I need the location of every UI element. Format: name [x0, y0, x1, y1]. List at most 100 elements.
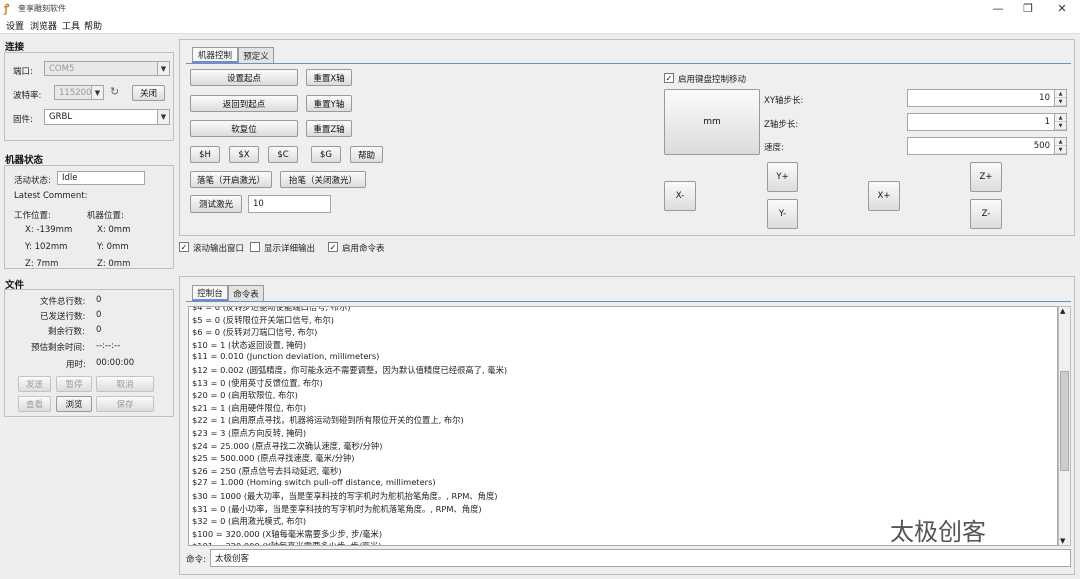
elapsed-time-label: 用时:: [66, 360, 86, 370]
pen-down-button[interactable]: 落笔（开启激光）: [190, 171, 272, 188]
view-button[interactable]: 查看: [18, 396, 51, 412]
console-line: $4 = 0 (反转步进驱动使能端口信号, 布尔): [192, 306, 351, 312]
menu-tools[interactable]: 工具: [62, 19, 80, 32]
port-select: COM5 ▼: [44, 61, 170, 76]
sent-lines-value: 0: [96, 310, 102, 320]
machine-x: X: 0mm: [97, 225, 131, 235]
cmd-c-button[interactable]: $C: [268, 146, 298, 163]
console-line: $20 = 0 (启用软限位, 布尔): [192, 390, 298, 401]
menu-bar: 设置 浏览器 工具 帮助: [0, 18, 1080, 34]
tab-console[interactable]: 控制台: [192, 285, 228, 301]
watermark-text: 太极创客: [890, 518, 986, 546]
firmware-label: 固件:: [13, 115, 33, 125]
console-tab-divider: [186, 301, 1071, 302]
baud-value: 115200: [59, 87, 92, 98]
jog-x-plus-button[interactable]: X+: [868, 181, 900, 211]
console-line: $23 = 3 (原点方向反转, 掩码): [192, 428, 307, 438]
cmd-g-button[interactable]: $G: [311, 146, 341, 163]
cmd-x-button[interactable]: $X: [229, 146, 259, 163]
port-label: 端口:: [13, 67, 33, 77]
window-title: 奎享雕刻软件: [18, 4, 66, 13]
speed-input[interactable]: 500 ▲ ▼: [907, 137, 1067, 155]
pause-button[interactable]: 暂停: [56, 376, 92, 392]
verbose-checkbox[interactable]: [250, 242, 260, 252]
jog-y-plus-button[interactable]: Y+: [767, 162, 798, 192]
jog-z-plus-button[interactable]: Z+: [970, 162, 1002, 192]
refresh-icon[interactable]: ↻: [110, 85, 119, 98]
chevron-down-icon: ▼: [157, 62, 169, 75]
z-step-label: Z轴步长:: [764, 120, 799, 130]
menu-browser[interactable]: 浏览器: [30, 19, 57, 32]
spinner-icon[interactable]: ▲ ▼: [1054, 90, 1066, 106]
work-position-label: 工作位置:: [14, 211, 51, 221]
baud-select: 115200 ▼: [54, 85, 104, 100]
tab-machine-control[interactable]: 机器控制: [192, 47, 238, 63]
help-button[interactable]: 帮助: [350, 146, 383, 163]
scroll-output-label: 滚动输出窗口: [193, 244, 245, 254]
test-laser-input[interactable]: 10: [248, 195, 331, 213]
chevron-down-icon: ▼: [157, 110, 169, 124]
pen-up-button[interactable]: 抬笔（关闭激光）: [280, 171, 366, 188]
console-line: $5 = 0 (反转限位开关端口信号, 布尔): [192, 314, 335, 325]
browse-button[interactable]: 浏览: [56, 396, 92, 412]
set-origin-button[interactable]: 设置起点: [190, 69, 298, 86]
machine-z: Z: 0mm: [97, 259, 131, 269]
console-output[interactable]: $4 = 0 (反转步进驱动使能端口信号, 布尔) $5 = 0 (反转限位开关端…: [188, 306, 1058, 546]
spinner-icon[interactable]: ▲ ▼: [1054, 138, 1066, 154]
chevron-down-icon: ▼: [91, 86, 103, 99]
connection-section-title: 连接: [5, 42, 25, 53]
jog-x-minus-button[interactable]: X-: [664, 181, 696, 211]
jog-y-minus-button[interactable]: Y-: [767, 199, 798, 229]
jog-z-minus-button[interactable]: Z-: [970, 199, 1002, 229]
console-line: $25 = 500.000 (原点寻找速度, 毫米/分钟): [192, 453, 355, 464]
xy-step-input[interactable]: 10 ▲ ▼: [907, 89, 1067, 107]
reset-x-button[interactable]: 重置X轴: [306, 69, 352, 86]
spinner-icon[interactable]: ▲ ▼: [1054, 114, 1066, 130]
save-button[interactable]: 保存: [96, 396, 154, 412]
z-step-input[interactable]: 1 ▲ ▼: [907, 113, 1067, 131]
tab-presets[interactable]: 预定义: [238, 47, 274, 63]
cmd-h-button[interactable]: $H: [190, 146, 220, 163]
reset-z-button[interactable]: 重置Z轴: [306, 120, 352, 137]
test-laser-button[interactable]: 测试激光: [190, 195, 242, 213]
scroll-thumb[interactable]: [1060, 371, 1069, 471]
work-y: Y: 102mm: [25, 242, 68, 252]
reset-y-button[interactable]: 重置Y轴: [306, 95, 352, 112]
soft-reset-button[interactable]: 软复位: [190, 120, 298, 137]
cancel-button[interactable]: 取消: [96, 376, 154, 392]
console-line: $21 = 1 (启用硬件限位, 布尔): [192, 402, 307, 413]
xy-step-value: 10: [1039, 93, 1050, 103]
console-line: $26 = 250 (原点信号去抖动延迟, 毫秒): [192, 465, 342, 476]
sent-lines-label: 已发送行数:: [40, 312, 86, 322]
menu-settings[interactable]: 设置: [6, 19, 24, 32]
app-logo-icon: ꝭ: [4, 2, 10, 15]
active-state-label: 活动状态:: [14, 176, 51, 186]
tab-command-table[interactable]: 命令表: [228, 285, 264, 301]
console-line: $10 = 1 (状态返回设置, 掩码): [192, 339, 307, 350]
close-window-button[interactable]: ✕: [1044, 0, 1080, 18]
menu-help[interactable]: 帮助: [84, 19, 102, 32]
machine-state-title: 机器状态: [5, 155, 44, 166]
unit-mm-button[interactable]: mm: [664, 89, 760, 155]
maximize-button[interactable]: ❐: [1010, 0, 1046, 18]
keyboard-jog-checkbox[interactable]: ✓: [664, 73, 674, 83]
console-line: $100 = 320.000 (X轴每毫米需要多少步, 步/毫米): [192, 528, 383, 539]
return-origin-button[interactable]: 返回到起点: [190, 95, 298, 112]
command-input[interactable]: 太极创客: [210, 549, 1071, 567]
scroll-output-checkbox[interactable]: ✓: [179, 242, 189, 252]
speed-label: 速度:: [764, 143, 784, 153]
work-x: X: -139mm: [25, 225, 73, 235]
active-state-value: Idle: [57, 171, 145, 185]
machine-position-label: 机器位置:: [87, 211, 124, 221]
scroll-down-icon[interactable]: ▼: [1060, 537, 1065, 545]
console-scrollbar[interactable]: ▲ ▼: [1058, 306, 1071, 546]
send-button[interactable]: 发送: [18, 376, 51, 392]
tab-divider: [186, 63, 1071, 64]
scroll-up-icon[interactable]: ▲: [1060, 307, 1065, 315]
close-port-button[interactable]: 关闭: [132, 85, 165, 101]
console-line: $13 = 0 (使用英寸反馈位置, 布尔): [192, 377, 323, 388]
console-line: $12 = 0.002 (圆弧精度，你可能永远不需要调整，因为默认值精度已经很高…: [192, 365, 508, 375]
remaining-time-label: 预估剩余时间:: [31, 343, 85, 353]
firmware-select[interactable]: GRBL ▼: [44, 109, 170, 125]
command-table-checkbox[interactable]: ✓: [328, 242, 338, 252]
